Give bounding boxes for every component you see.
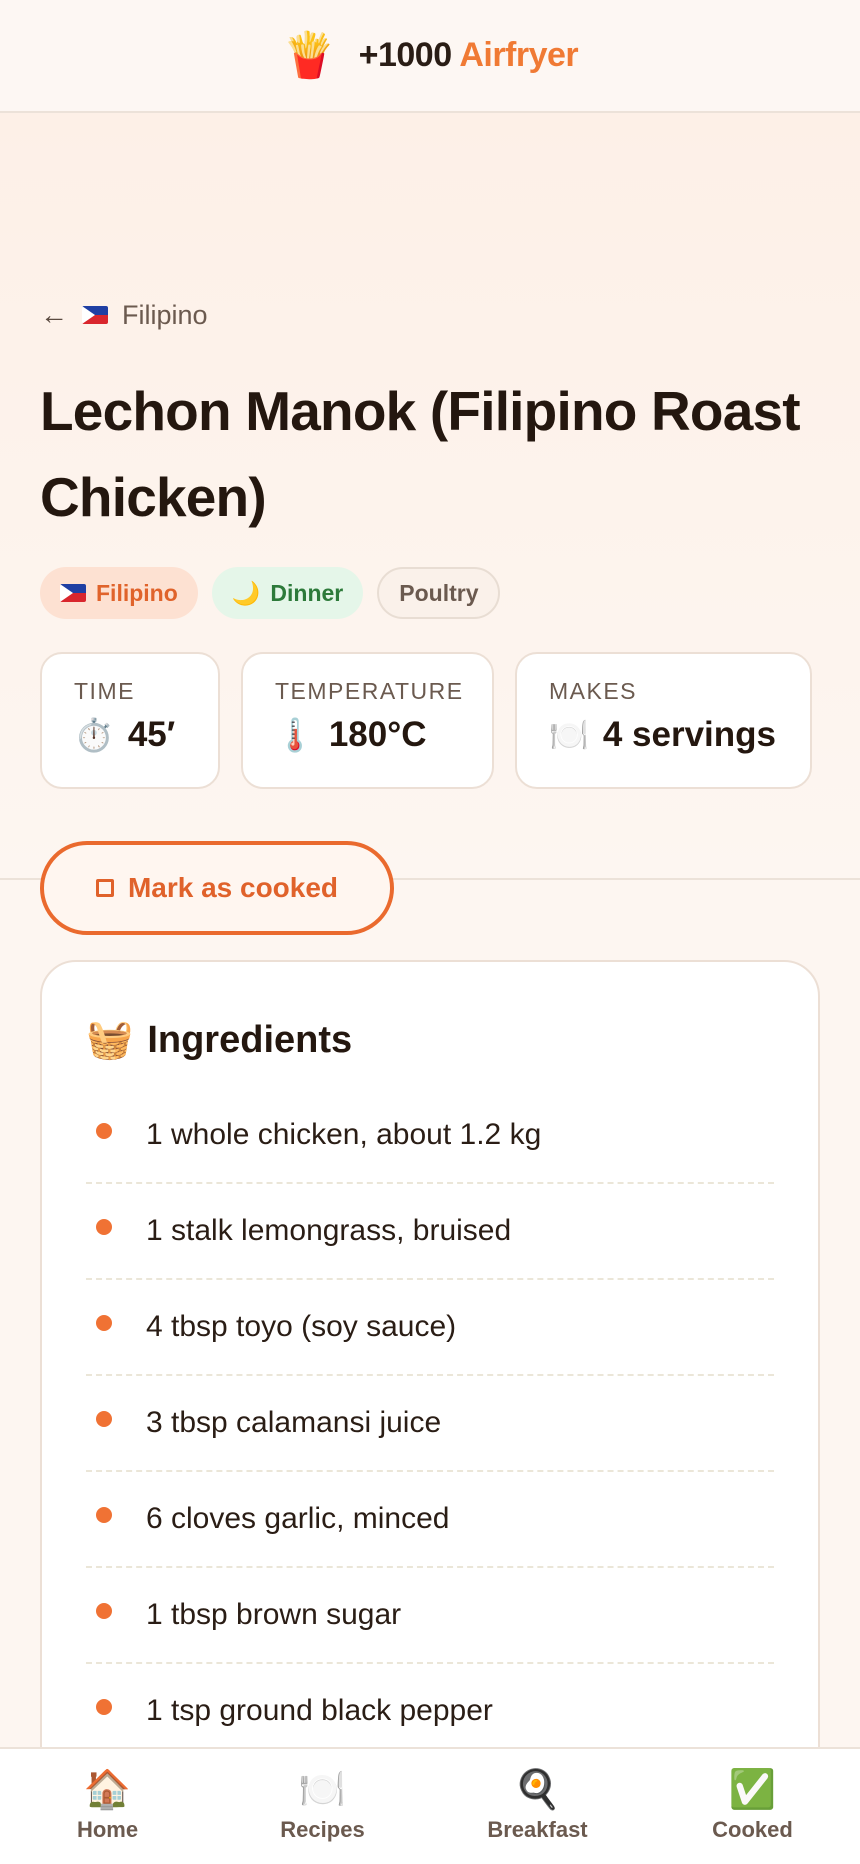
mark-as-cooked-button[interactable]: Mark as cooked [40,841,394,935]
makes-stat-card: MAKES 🍽️ 4 servings [515,652,812,789]
basket-icon: 🧺 [86,1019,134,1061]
nav-breakfast-label: Breakfast [487,1816,588,1842]
recipe-hero: ← Filipino Lechon Manok (Filipino Roast … [0,113,860,935]
bullet-icon [96,1315,112,1331]
bullet-icon [96,1603,112,1619]
ingredients-card: 🧺 Ingredients 1 whole chicken, about 1.2… [40,960,820,1864]
list-item: 1 stalk lemongrass, bruised [86,1184,774,1280]
nav-cooked-label: Cooked [712,1816,793,1842]
house-icon: 🏠 [83,1768,132,1811]
temperature-value-row: 🌡️ 180°C [275,715,460,755]
ingredient-text: 6 cloves garlic, minced [146,1502,450,1535]
brand-name: Airfryer [459,36,579,74]
category-tag[interactable]: Poultry [377,567,501,619]
mark-as-cooked-label: Mark as cooked [127,872,339,903]
makes-value: 4 servings [602,715,776,754]
brand-title[interactable]: +1000 Airfryer [359,36,579,75]
category-tag-label: Poultry [399,579,479,606]
makes-label: MAKES [549,678,638,704]
temperature-value: 180°C [328,715,427,754]
nav-breakfast[interactable]: 🍳 Breakfast [430,1749,645,1864]
bullet-icon [96,1219,112,1235]
bullet-icon [96,1507,112,1523]
list-item: 1 tsp ground black pepper [86,1664,774,1760]
bullet-icon [96,1123,112,1139]
time-value: 45′ [127,715,176,754]
brand-number: +1000 [358,36,453,74]
plate-icon: 🍽️ [549,717,589,753]
philippines-flag-icon [60,584,86,602]
ingredient-text: 3 tbsp calamansi juice [146,1406,442,1439]
ingredients-heading-label: Ingredients [147,1018,353,1061]
fries-logo-icon: 🍟 [281,30,337,80]
makes-value-row: 🍽️ 4 servings [549,715,778,755]
cuisine-tag[interactable]: Filipino [40,567,198,619]
plate-icon: 🍽️ [298,1768,347,1811]
nav-home-label: Home [76,1816,139,1842]
recipe-title: Lechon Manok (Filipino Roast Chicken) [40,380,801,528]
checkbox-icon [95,879,114,897]
nav-home[interactable]: 🏠 Home [0,1749,215,1864]
nav-recipes-label: Recipes [280,1816,365,1842]
list-item: 3 tbsp calamansi juice [86,1376,774,1472]
time-label: TIME [74,678,135,704]
ingredient-text: 1 stalk lemongrass, bruised [146,1214,512,1247]
frying-pan-icon: 🍳 [513,1768,562,1811]
ingredient-text: 4 tbsp toyo (soy sauce) [146,1310,457,1343]
top-bar: 🍟 +1000 Airfryer [0,0,860,113]
back-arrow-icon[interactable]: ← [40,299,68,331]
ingredient-text: 1 tbsp brown sugar [146,1598,402,1631]
bullet-icon [96,1411,112,1427]
recipe-tags: Filipino 🌙 Dinner Poultry [40,567,501,619]
time-value-row: ⏱️ 45′ [74,715,186,755]
breadcrumb-label[interactable]: Filipino [122,300,208,331]
meal-tag-label: Dinner [270,579,344,606]
philippines-flag-icon [82,306,108,324]
bottom-navigation: 🏠 Home 🍽️ Recipes 🍳 Breakfast ✅ Cooked [0,1747,860,1864]
temperature-label: TEMPERATURE [275,678,464,704]
nav-recipes[interactable]: 🍽️ Recipes [215,1749,430,1864]
recipe-stats: TIME ⏱️ 45′ TEMPERATURE 🌡️ 180°C MAKES 🍽… [40,652,812,789]
moon-icon: 🌙 [231,579,261,606]
time-stat-card: TIME ⏱️ 45′ [40,652,220,789]
list-item: 4 tbsp toyo (soy sauce) [86,1280,774,1376]
thermometer-icon: 🌡️ [275,717,315,753]
nav-cooked[interactable]: ✅ Cooked [645,1749,860,1864]
list-item: 1 tbsp brown sugar [86,1568,774,1664]
breadcrumb[interactable]: ← Filipino [40,299,208,331]
check-mark-icon: ✅ [728,1768,777,1811]
ingredient-text: 1 tsp ground black pepper [146,1694,493,1727]
meal-tag[interactable]: 🌙 Dinner [211,567,364,619]
ingredient-text: 1 whole chicken, about 1.2 kg [146,1118,542,1151]
stopwatch-icon: ⏱️ [74,717,114,753]
temperature-stat-card: TEMPERATURE 🌡️ 180°C [241,652,494,789]
list-item: 6 cloves garlic, minced [86,1472,774,1568]
bullet-icon [96,1699,112,1715]
ingredients-heading: 🧺 Ingredients [86,1018,774,1062]
list-item: 1 whole chicken, about 1.2 kg [86,1088,774,1184]
ingredients-list: 1 whole chicken, about 1.2 kg 1 stalk le… [86,1088,774,1760]
cuisine-tag-label: Filipino [96,579,178,606]
